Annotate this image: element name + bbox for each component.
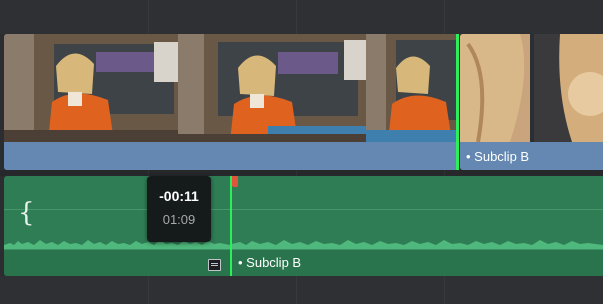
clip-name-label: • Subclip B — [238, 255, 302, 270]
clip-name-label: • Subclip B — [466, 149, 530, 164]
audio-clip-b[interactable]: • Subclip B — [232, 176, 603, 276]
video-thumbnails — [460, 34, 603, 142]
clip-menu-icon[interactable] — [208, 259, 221, 271]
timeline-empty-track — [0, 276, 603, 304]
trim-timecode-tooltip: -00:11 01:09 — [147, 176, 211, 242]
audio-clip-footer: • Subclip B — [232, 249, 603, 276]
playhead-marker-icon[interactable] — [232, 176, 238, 187]
audio-waveform — [232, 240, 603, 250]
video-edit-point[interactable] — [456, 34, 459, 170]
video-thumbnail — [366, 34, 458, 142]
video-thumbnails — [4, 34, 458, 142]
video-thumbnail — [178, 34, 366, 142]
trim-offset: -00:11 — [159, 188, 199, 204]
timeline-ruler-area — [0, 0, 603, 34]
audio-level-line — [232, 209, 603, 210]
video-clip-b[interactable]: • Subclip B — [460, 34, 603, 170]
audio-edit-point[interactable] — [230, 176, 232, 276]
audio-clip-footer — [4, 249, 230, 276]
video-thumbnail — [460, 34, 603, 142]
video-clip-a[interactable] — [4, 34, 458, 170]
video-thumbnail — [4, 34, 178, 142]
video-clip-footer — [4, 142, 458, 170]
clip-duration: 01:09 — [162, 212, 196, 227]
trim-bracket-icon[interactable]: { — [18, 198, 35, 228]
video-clip-footer: • Subclip B — [460, 142, 603, 170]
